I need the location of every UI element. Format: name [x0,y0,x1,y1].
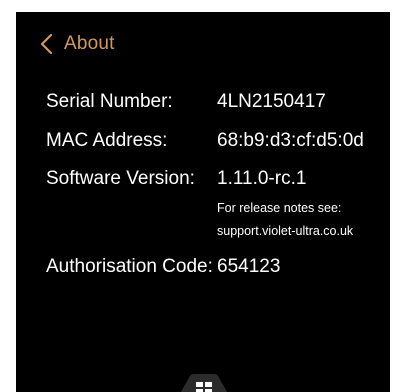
serial-number-value: 4LN2150417 [217,91,326,112]
page-title: About [64,33,115,54]
release-notes-link[interactable]: support.violet-ultra.co.uk [217,224,353,238]
about-screen: About Serial Number: 4LN2150417 MAC Addr… [16,12,390,392]
release-notes-text: For release notes see: [217,201,342,215]
authorisation-code-value: 654123 [217,256,281,277]
authorisation-code-label: Authorisation Code: [46,256,213,277]
mac-address-label: MAC Address: [46,130,168,151]
chevron-left-icon[interactable] [36,32,58,56]
grid-menu-icon[interactable] [166,374,242,392]
mac-address-value: 68:b9:d3:cf:d5:0d [217,130,364,151]
software-version-label: Software Version: [46,168,195,189]
menu-button[interactable] [166,374,242,392]
software-version-value: 1.11.0-rc.1 [217,168,307,189]
serial-number-label: Serial Number: [46,91,173,112]
back-button[interactable]: About [36,30,115,58]
